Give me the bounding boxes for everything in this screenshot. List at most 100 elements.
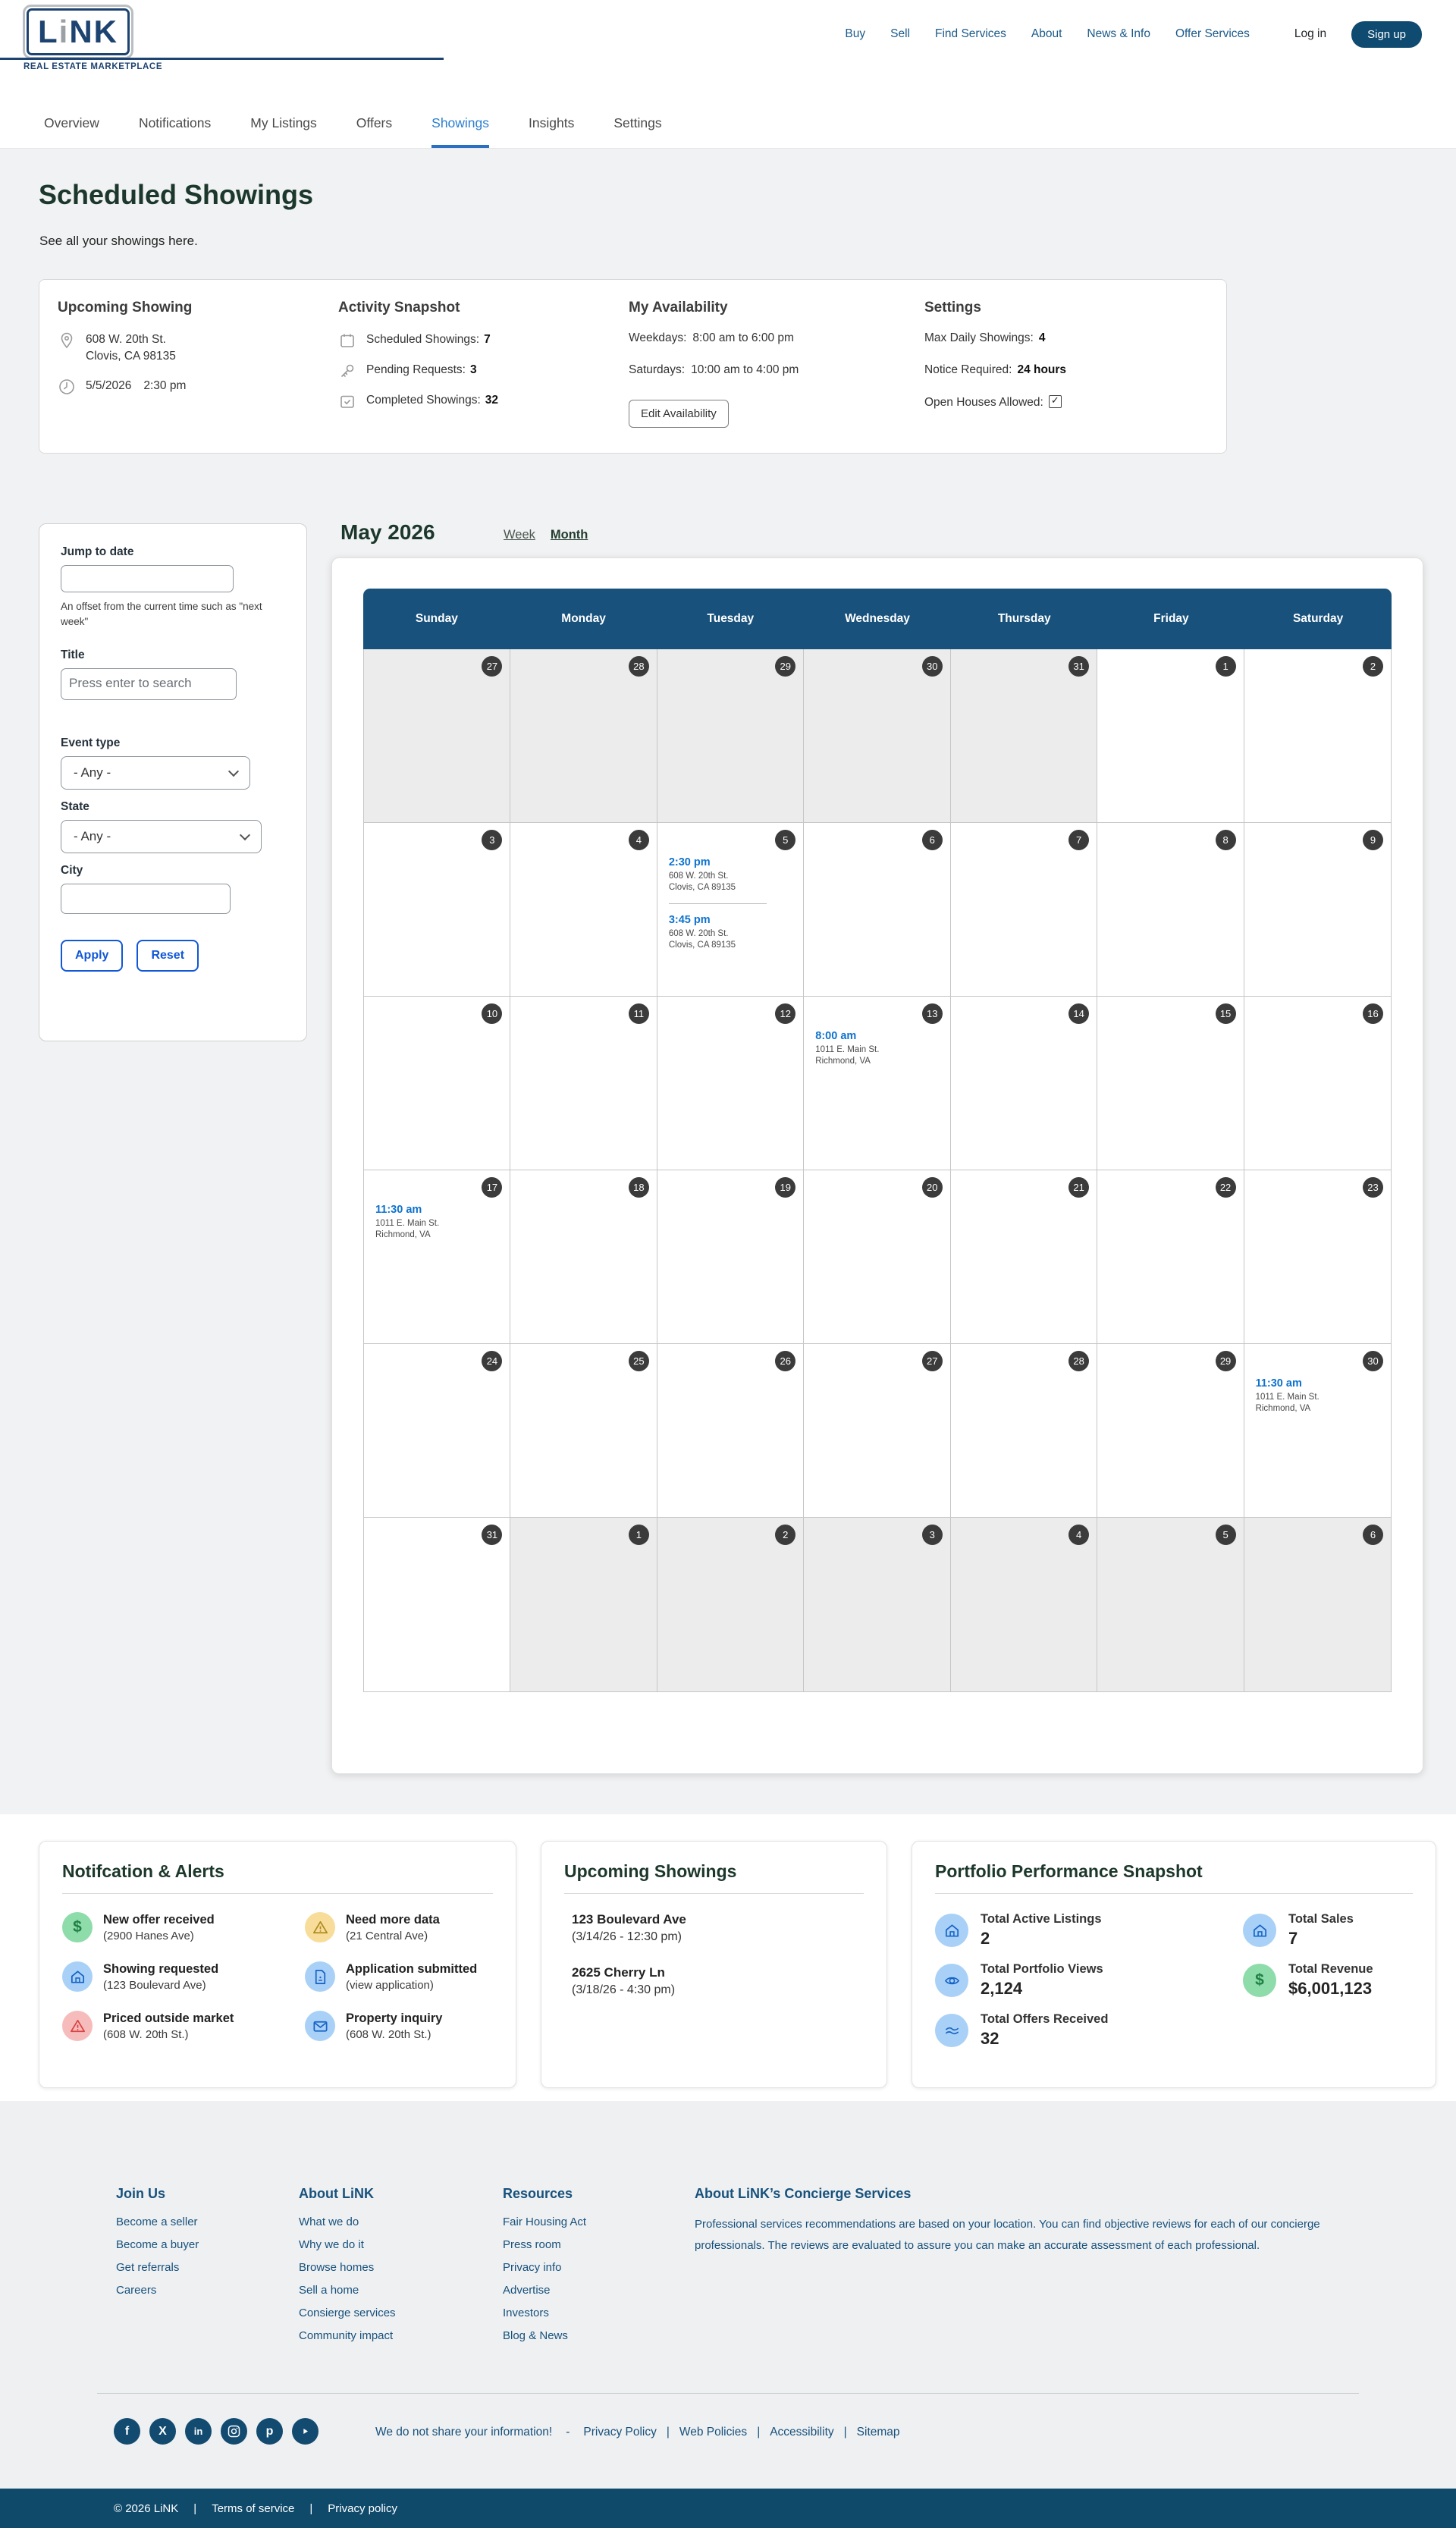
calendar-cell[interactable]: 10 [364,997,510,1170]
footer-policy-link[interactable]: Accessibility [747,2426,833,2439]
footer-link[interactable]: Careers [116,2284,199,2297]
calendar-cell[interactable]: 5 [1097,1518,1244,1691]
calendar-cell[interactable]: 28 [951,1344,1097,1518]
calendar-cell[interactable]: 31 [951,649,1097,823]
footer-link[interactable]: Press room [503,2238,586,2251]
city-input[interactable] [61,884,231,914]
calendar-cell[interactable]: 28 [510,649,657,823]
footer-link[interactable]: Become a seller [116,2216,199,2228]
calendar-cell[interactable]: 16 [1244,997,1391,1170]
calendar-cell[interactable]: 30 [804,649,950,823]
calendar-cell[interactable]: 9 [1244,823,1391,997]
nav-link[interactable]: Buy [845,27,865,41]
alert-item[interactable]: Property inquiry(608 W. 20th St.) [305,2011,493,2041]
footer-link[interactable]: What we do [299,2216,396,2228]
calendar-cell[interactable]: 3 [804,1518,950,1691]
pinterest-icon[interactable]: p [256,2418,283,2445]
calendar-cell[interactable]: 4 [510,823,657,997]
calendar-cell[interactable]: 7 [951,823,1097,997]
nav-link[interactable]: Find Services [935,27,1006,41]
event-type-select[interactable]: - Any - [61,756,250,790]
alert-item[interactable]: Need more data(21 Central Ave) [305,1912,493,1942]
footer-link[interactable]: Sell a home [299,2284,396,2297]
calendar-cell[interactable]: 3 [364,823,510,997]
calendar-event[interactable]: 8:00 am1011 E. Main St.Richmond, VA [804,1030,949,1067]
footer-link[interactable]: Privacy info [503,2261,586,2274]
login-link[interactable]: Log in [1294,27,1326,41]
tab-offers[interactable]: Offers [356,115,392,148]
calendar-cell[interactable]: 23 [1244,1170,1391,1344]
title-search-input[interactable] [61,668,237,700]
signup-button[interactable]: Sign up [1351,21,1422,48]
calendar-cell[interactable]: 138:00 am1011 E. Main St.Richmond, VA [804,997,950,1170]
alert-item[interactable]: Priced outside market(608 W. 20th St.) [62,2011,305,2041]
footer-link[interactable]: Why we do it [299,2238,396,2251]
tab-overview[interactable]: Overview [44,115,99,148]
alert-item[interactable]: $New offer received(2900 Hanes Ave) [62,1912,305,1942]
footer-link[interactable]: Advertise [503,2284,586,2297]
privacy-policy-link[interactable]: Privacy policy [328,2502,397,2515]
alert-item[interactable]: Application submitted(view application) [305,1961,493,1992]
calendar-event[interactable]: 11:30 am1011 E. Main St.Richmond, VA [1244,1377,1391,1415]
footer-policy-link[interactable]: Sitemap [834,2426,900,2439]
facebook-icon[interactable]: f [114,2418,140,2445]
tab-my-listings[interactable]: My Listings [250,115,317,148]
x-icon[interactable]: X [149,2418,176,2445]
calendar-cell[interactable]: 18 [510,1170,657,1344]
footer-link[interactable]: Blog & News [503,2329,586,2342]
open-houses-checkbox-icon[interactable] [1049,395,1062,408]
calendar-cell[interactable]: 22 [1097,1170,1244,1344]
calendar-cell[interactable]: 1 [1097,649,1244,823]
tab-showings[interactable]: Showings [431,115,489,148]
week-view-link[interactable]: Week [504,528,535,542]
calendar-cell[interactable]: 15 [1097,997,1244,1170]
footer-link[interactable]: Community impact [299,2329,396,2342]
nav-link[interactable]: Sell [890,27,910,41]
calendar-cell[interactable]: 21 [951,1170,1097,1344]
calendar-cell[interactable]: 2 [1244,649,1391,823]
footer-link[interactable]: Investors [503,2307,586,2319]
month-view-link[interactable]: Month [551,528,588,542]
calendar-cell[interactable]: 12 [657,997,804,1170]
calendar-cell[interactable]: 27 [364,649,510,823]
calendar-cell[interactable]: 19 [657,1170,804,1344]
calendar-cell[interactable]: 6 [1244,1518,1391,1691]
jump-to-date-input[interactable] [61,565,234,592]
calendar-cell[interactable]: 27 [804,1344,950,1518]
calendar-cell[interactable]: 4 [951,1518,1097,1691]
footer-link[interactable]: Consierge services [299,2307,396,2319]
state-select[interactable]: - Any - [61,820,262,853]
calendar-cell[interactable]: 25 [510,1344,657,1518]
calendar-cell[interactable]: 29 [657,649,804,823]
reset-button[interactable]: Reset [136,940,199,972]
calendar-event[interactable]: 11:30 am1011 E. Main St.Richmond, VA [364,1204,510,1241]
youtube-icon[interactable] [292,2418,318,2445]
calendar-cell[interactable]: 8 [1097,823,1244,997]
calendar-cell[interactable]: 11 [510,997,657,1170]
footer-link[interactable]: Browse homes [299,2261,396,2274]
nav-link[interactable]: Offer Services [1175,27,1250,41]
calendar-cell[interactable]: 26 [657,1344,804,1518]
nav-link[interactable]: News & Info [1087,27,1150,41]
apply-button[interactable]: Apply [61,940,123,972]
tab-notifications[interactable]: Notifications [139,115,211,148]
calendar-cell[interactable]: 52:30 pm608 W. 20th St.Clovis, CA 891353… [657,823,804,997]
footer-policy-link[interactable]: Web Policies [657,2426,747,2439]
terms-of-service-link[interactable]: Terms of service [212,2502,294,2515]
calendar-cell[interactable]: 1711:30 am1011 E. Main St.Richmond, VA [364,1170,510,1344]
calendar-cell[interactable]: 6 [804,823,950,997]
linkedin-icon[interactable]: in [185,2418,212,2445]
upcoming-showing-item[interactable]: 2625 Cherry Ln(3/18/26 - 4:30 pm) [572,1965,864,1997]
instagram-icon[interactable] [221,2418,247,2445]
edit-availability-button[interactable]: Edit Availability [629,400,729,428]
calendar-cell[interactable]: 29 [1097,1344,1244,1518]
calendar-cell[interactable]: 1 [510,1518,657,1691]
link-logo[interactable]: LiNK [23,5,133,59]
upcoming-showing-item[interactable]: 123 Boulevard Ave(3/14/26 - 12:30 pm) [572,1912,864,1944]
alert-item[interactable]: Showing requested(123 Boulevard Ave) [62,1961,305,1992]
calendar-event[interactable]: 3:45 pm608 W. 20th St.Clovis, CA 89135 [657,914,803,951]
footer-link[interactable]: Fair Housing Act [503,2216,586,2228]
nav-link[interactable]: About [1031,27,1062,41]
calendar-cell[interactable]: 20 [804,1170,950,1344]
calendar-event[interactable]: 2:30 pm608 W. 20th St.Clovis, CA 89135 [657,856,803,893]
